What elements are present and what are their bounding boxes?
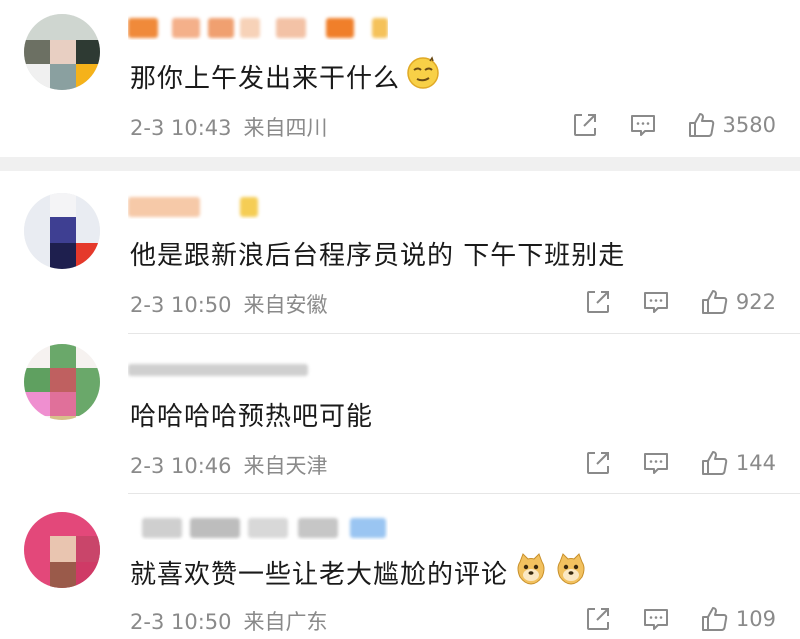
- comment-text-content: 他是跟新浪后台程序员说的 下午下班别走: [130, 241, 626, 271]
- share-icon: [584, 605, 612, 633]
- like-button[interactable]: 109: [700, 604, 776, 634]
- comment-actions: 3580: [541, 110, 776, 140]
- comment-date: 2-3 10:43: [130, 116, 232, 140]
- comment-location: 来自四川: [243, 116, 328, 140]
- comment-text-content: 就喜欢赞一些让老大尴尬的评论: [130, 560, 509, 590]
- share-icon: [584, 288, 612, 316]
- comment-button[interactable]: [629, 111, 657, 139]
- username-blurred[interactable]: [128, 514, 388, 540]
- comment-divider: [128, 493, 800, 494]
- avatar[interactable]: [24, 193, 100, 269]
- like-button[interactable]: 3580: [687, 110, 776, 140]
- share-button[interactable]: [584, 605, 612, 633]
- comment-actions: 109: [554, 604, 776, 634]
- comment-button[interactable]: [642, 605, 670, 633]
- thumbs-up-icon: [687, 110, 717, 140]
- section-divider: [0, 157, 800, 171]
- share-button[interactable]: [571, 111, 599, 139]
- share-icon: [571, 111, 599, 139]
- like-button[interactable]: 922: [700, 287, 776, 317]
- comment-meta: 2-3 10:50 来自广东: [130, 606, 328, 636]
- comment-meta: 2-3 10:43 来自四川: [130, 112, 328, 142]
- like-count: 109: [735, 607, 776, 631]
- doge-emoji-icon: [554, 552, 588, 593]
- comment-icon: [642, 288, 670, 316]
- comment-text: 他是跟新浪后台程序员说的 下午下班别走: [130, 235, 625, 272]
- comment-icon: [642, 605, 670, 633]
- comment-actions: 144: [554, 448, 776, 478]
- avatar[interactable]: [24, 512, 100, 588]
- comment-text-content: 哈哈哈哈预热吧可能: [130, 402, 374, 432]
- username-blurred[interactable]: [128, 356, 388, 382]
- share-button[interactable]: [584, 288, 612, 316]
- like-button[interactable]: 144: [700, 448, 776, 478]
- comment-button[interactable]: [642, 288, 670, 316]
- comment-date: 2-3 10:46: [130, 454, 232, 478]
- comment-meta: 2-3 10:50 来自安徽: [130, 289, 328, 319]
- comment-divider: [128, 333, 800, 334]
- comment-text: 哈哈哈哈预热吧可能: [130, 396, 373, 433]
- comment-actions: 922: [554, 287, 776, 317]
- comment-text: 那你上午发出来干什么: [130, 56, 440, 97]
- comment-text-content: 那你上午发出来干什么: [130, 64, 401, 94]
- comment-location: 来自广东: [243, 610, 328, 634]
- like-count: 922: [735, 290, 776, 314]
- comment-meta: 2-3 10:46 来自天津: [130, 450, 328, 480]
- share-icon: [584, 449, 612, 477]
- comment-feed: 那你上午发出来干什么 2-3 10:43 来自四川 3580 他是跟新浪后台程序…: [0, 0, 800, 639]
- thumbs-up-icon: [700, 448, 730, 478]
- comment-location: 来自安徽: [243, 293, 328, 317]
- avatar[interactable]: [24, 344, 100, 420]
- comment-location: 来自天津: [243, 454, 328, 478]
- thumbs-up-icon: [700, 287, 730, 317]
- avatar[interactable]: [24, 14, 100, 90]
- username-blurred[interactable]: [128, 193, 388, 219]
- thumbs-up-icon: [700, 604, 730, 634]
- comment-button[interactable]: [642, 449, 670, 477]
- comment-date: 2-3 10:50: [130, 610, 232, 634]
- share-button[interactable]: [584, 449, 612, 477]
- like-count: 3580: [722, 113, 776, 137]
- smirk-emoji-icon: [406, 56, 440, 97]
- like-count: 144: [735, 451, 776, 475]
- comment-icon: [629, 111, 657, 139]
- comment-text: 就喜欢赞一些让老大尴尬的评论: [130, 552, 588, 593]
- comment-icon: [642, 449, 670, 477]
- comment-date: 2-3 10:50: [130, 293, 232, 317]
- doge-emoji-icon: [514, 552, 548, 593]
- username-blurred[interactable]: [128, 14, 388, 40]
